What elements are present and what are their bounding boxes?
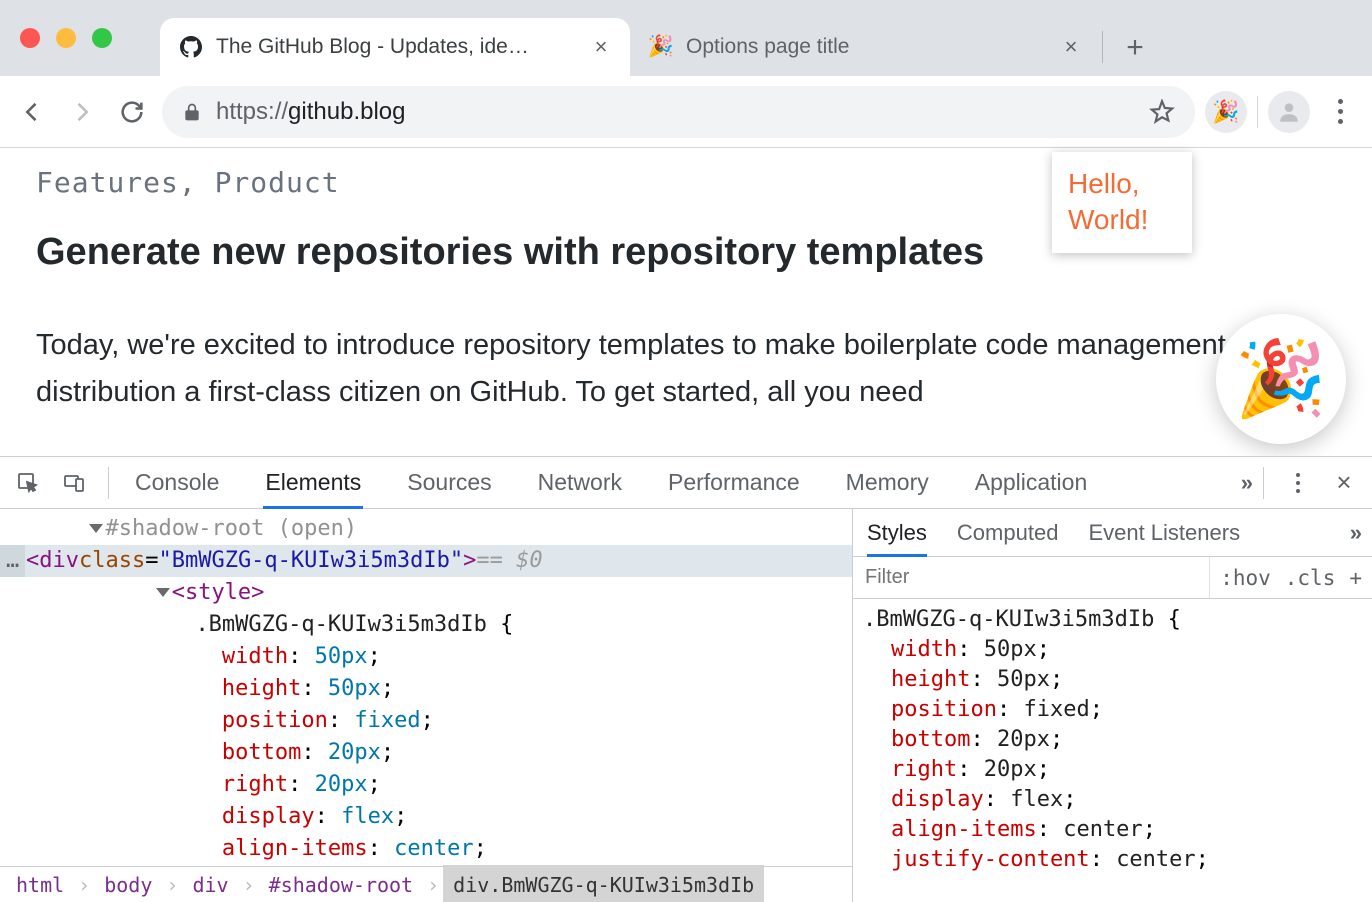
tab-close-icon[interactable]: × (590, 36, 612, 58)
window-controls (20, 28, 112, 48)
address-bar[interactable]: https://github.blog (162, 86, 1195, 138)
tab-separator (1102, 31, 1103, 63)
browser-tabs: The GitHub Blog - Updates, ide… × 🎉 Opti… (160, 18, 1155, 76)
bookmark-star-icon[interactable] (1149, 99, 1175, 125)
styles-tabs: Styles Computed Event Listeners » (853, 509, 1372, 557)
new-tab-button[interactable]: + (1115, 28, 1155, 68)
crumb[interactable]: html (6, 865, 74, 902)
toolbar-separator (1257, 96, 1258, 128)
device-toolbar-icon[interactable] (54, 463, 94, 503)
cls-toggle[interactable]: .cls (1285, 566, 1336, 590)
extension-icon[interactable]: 🎉 (1205, 91, 1247, 133)
devtools-tab-sources[interactable]: Sources (405, 457, 493, 508)
forward-button[interactable] (62, 92, 102, 132)
browser-menu-button[interactable] (1320, 92, 1360, 132)
devtools-tab-memory[interactable]: Memory (844, 457, 931, 508)
inspect-element-icon[interactable] (8, 463, 48, 503)
article-body: Today, we're excited to introduce reposi… (36, 322, 1336, 416)
styles-pane: Styles Computed Event Listeners » :hov .… (852, 509, 1372, 902)
window-titlebar: The GitHub Blog - Updates, ide… × 🎉 Opti… (0, 0, 1372, 76)
lock-icon (182, 101, 202, 123)
hov-toggle[interactable]: :hov (1220, 566, 1271, 590)
window-close-button[interactable] (20, 28, 40, 48)
back-button[interactable] (12, 92, 52, 132)
styles-tab-event-listeners[interactable]: Event Listeners (1088, 509, 1240, 556)
separator (1263, 467, 1264, 499)
devtools-tab-application[interactable]: Application (973, 457, 1090, 508)
extension-popup: Hello, World! (1052, 152, 1192, 253)
devtools-tab-network[interactable]: Network (536, 457, 624, 508)
crumb-selected[interactable]: div.BmWGZG-q-KUIw3i5m3dIb (443, 865, 764, 902)
styles-tab-computed[interactable]: Computed (957, 509, 1059, 556)
github-icon (178, 34, 204, 60)
window-minimize-button[interactable] (56, 28, 76, 48)
dom-breadcrumbs: html› body› div› #shadow-root› div.BmWGZ… (0, 866, 852, 902)
tab-title: Options page title (686, 35, 1048, 59)
styles-tab-styles[interactable]: Styles (867, 509, 927, 556)
elements-dom-tree[interactable]: #shadow-root (open)… <div class="BmWGZG-… (0, 509, 852, 902)
styles-filter-row: :hov .cls + (853, 557, 1372, 599)
devtools-tab-console[interactable]: Console (133, 457, 221, 508)
popup-text: World! (1068, 202, 1176, 238)
devtools-tab-elements[interactable]: Elements (263, 457, 363, 508)
toolbar: https://github.blog 🎉 (0, 76, 1372, 148)
devtools-panel: Console Elements Sources Network Perform… (0, 456, 1372, 902)
tab-close-icon[interactable]: × (1060, 36, 1082, 58)
crumb[interactable]: body (94, 865, 162, 902)
devtools-header: Console Elements Sources Network Perform… (0, 457, 1372, 509)
profile-avatar[interactable] (1268, 91, 1310, 133)
floating-action-button[interactable]: 🎉 (1216, 314, 1346, 444)
devtools-tab-performance[interactable]: Performance (666, 457, 802, 508)
styles-filter-input[interactable] (853, 566, 1209, 589)
crumb[interactable]: div (182, 865, 238, 902)
tab-inactive[interactable]: 🎉 Options page title × (630, 18, 1100, 76)
new-style-rule-button[interactable]: + (1349, 566, 1362, 590)
party-icon: 🎉 (648, 34, 674, 60)
crumb[interactable]: #shadow-root (259, 865, 424, 902)
devtools-menu-button[interactable] (1278, 463, 1318, 503)
window-maximize-button[interactable] (92, 28, 112, 48)
devtools-body: #shadow-root (open)… <div class="BmWGZG-… (0, 509, 1372, 902)
popup-text: Hello, (1068, 166, 1176, 202)
separator (108, 467, 109, 499)
more-tabs-icon[interactable]: » (1241, 470, 1249, 496)
url-text: https://github.blog (216, 98, 1135, 126)
tab-active[interactable]: The GitHub Blog - Updates, ide… × (160, 18, 630, 76)
more-tabs-icon[interactable]: » (1350, 520, 1358, 546)
devtools-tabs: Console Elements Sources Network Perform… (133, 457, 1249, 508)
styles-rules[interactable]: ….BmWGZG-q-KUIw3i5m3dIb {width: 50px;hei… (853, 599, 1372, 902)
reload-button[interactable] (112, 92, 152, 132)
tab-title: The GitHub Blog - Updates, ide… (216, 35, 578, 59)
devtools-close-button[interactable]: × (1324, 463, 1364, 503)
